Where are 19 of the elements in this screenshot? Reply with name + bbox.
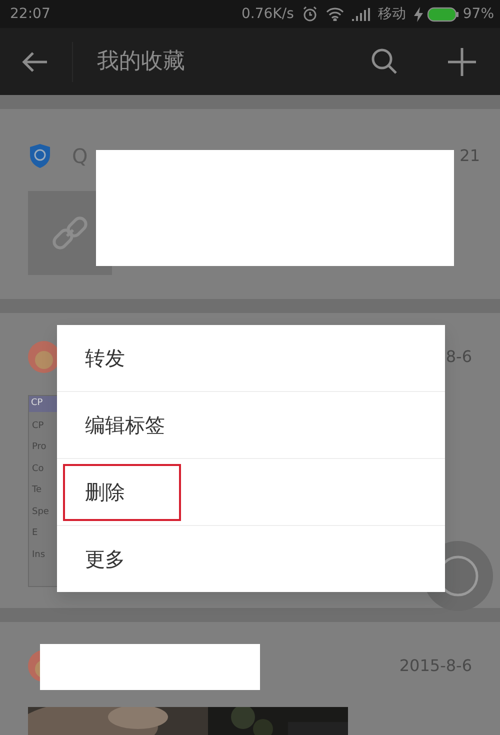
menu-item[interactable]: 转发 xyxy=(57,325,445,391)
thumbnail-text: CP xyxy=(29,396,57,412)
charging-icon xyxy=(414,6,423,22)
network-speed: 0.76K/s xyxy=(242,4,294,24)
search-icon[interactable] xyxy=(371,48,398,75)
menu-item[interactable]: 删除 xyxy=(57,459,445,525)
add-icon[interactable] xyxy=(448,48,476,76)
alarm-icon xyxy=(302,6,318,22)
wifi-icon xyxy=(326,7,344,21)
battery-percent: 97% xyxy=(462,4,494,24)
status-time: 22:07 xyxy=(10,4,50,24)
menu-item[interactable]: 编辑标签 xyxy=(57,392,445,458)
battery-icon xyxy=(426,6,459,22)
menu-item[interactable]: 更多 xyxy=(57,526,445,592)
carrier-name: 移动 xyxy=(378,4,406,24)
page-title: 我的收藏 xyxy=(72,42,185,82)
back-icon[interactable] xyxy=(22,50,48,72)
signal-icon xyxy=(352,8,370,20)
shield-icon xyxy=(28,143,52,169)
